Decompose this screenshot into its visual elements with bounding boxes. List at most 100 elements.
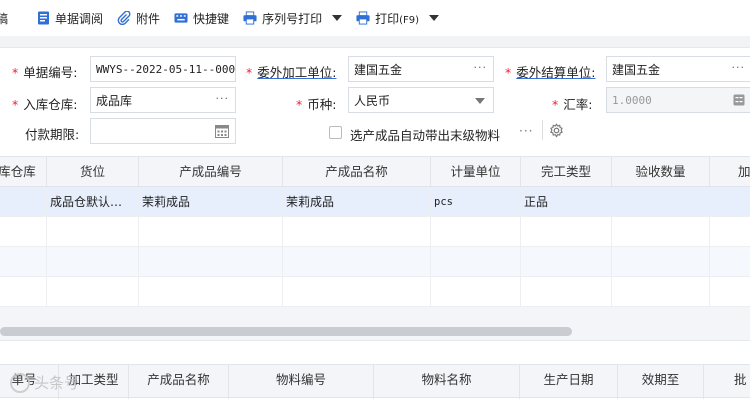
table-row[interactable] (0, 217, 750, 247)
serial-print-label: 序列号打印 (262, 11, 323, 26)
pay-term-label: 付款期限: (25, 127, 80, 142)
col-header[interactable]: 批 (704, 365, 750, 399)
section-separator (0, 340, 750, 364)
lookup-dots-icon[interactable]: ··· (474, 61, 488, 74)
table-row[interactable] (0, 247, 750, 277)
cell[interactable] (612, 187, 710, 217)
keyboard-icon (174, 11, 188, 25)
calendar-icon[interactable] (215, 124, 229, 141)
table-row[interactable] (0, 277, 750, 307)
cell[interactable] (612, 217, 710, 247)
gear-icon[interactable] (549, 123, 564, 141)
lookup-dots-icon[interactable]: ··· (732, 61, 746, 74)
currency-select[interactable]: 人民币 (348, 87, 494, 113)
cell[interactable] (139, 277, 283, 307)
cell[interactable] (47, 217, 139, 247)
document-icon (36, 11, 50, 25)
cell[interactable] (612, 247, 710, 277)
cell[interactable] (521, 217, 612, 247)
col-header[interactable]: 验收数量 (612, 157, 710, 187)
auto-material-checkbox[interactable] (329, 126, 342, 139)
doc-no-field[interactable]: WWYS--2022-05-11--00001 (90, 56, 236, 82)
cell[interactable] (710, 187, 750, 217)
cell[interactable]: 茉莉成品 (283, 187, 431, 217)
print-button[interactable]: 打印(F9) (356, 0, 419, 36)
cell[interactable] (612, 277, 710, 307)
serial-print-button[interactable]: 序列号打印 (243, 0, 322, 36)
cell[interactable] (283, 217, 431, 247)
lookup-dots-icon[interactable]: ··· (216, 92, 230, 105)
cell[interactable]: 正品 (521, 187, 612, 217)
watermark-text: 头条号 (34, 374, 80, 392)
print-dropdown-icon[interactable] (429, 15, 440, 21)
rate-field[interactable]: 1.0000 (606, 87, 750, 113)
print-shortcut: (F9) (399, 14, 420, 26)
settle-unit-label: * 委外结算单位: (505, 65, 596, 80)
cell[interactable] (283, 277, 431, 307)
cell[interactable] (47, 277, 139, 307)
doc-no-label: * 单据编号: (12, 65, 78, 80)
col-header[interactable]: 库仓库 (0, 157, 47, 187)
serial-print-dropdown-icon[interactable] (332, 15, 343, 21)
outsource-unit-label-text[interactable]: 委外加工单位: (257, 65, 336, 80)
cell[interactable] (0, 187, 47, 217)
chevron-down-icon (475, 98, 485, 104)
warehouse-label: * 入库仓库: (12, 97, 78, 112)
cell[interactable] (139, 217, 283, 247)
watermark: 头条号 (10, 372, 79, 393)
col-header[interactable]: 计量单位 (431, 157, 521, 187)
cell[interactable] (139, 247, 283, 277)
watermark-logo (10, 372, 30, 393)
paperclip-icon (117, 11, 131, 25)
cell[interactable]: 成品仓默认… (47, 187, 139, 217)
settle-unit-label-text[interactable]: 委外结算单位: (516, 65, 595, 80)
outsource-unit-value: 建国五金 (354, 62, 403, 77)
attachment-button[interactable]: 附件 (117, 0, 160, 36)
col-header[interactable]: 物料名称 (374, 365, 520, 399)
cell[interactable] (431, 217, 521, 247)
shortcut-button[interactable]: 快捷键 (174, 0, 229, 36)
calculator-icon[interactable] (733, 94, 745, 109)
divider (542, 120, 543, 140)
material-grid: 单号 加工类型 产成品名称 物料编号 物料名称 生产日期 效期至 批 (0, 364, 750, 400)
cell[interactable] (521, 277, 612, 307)
col-header[interactable]: 完工类型 (521, 157, 612, 187)
cell[interactable] (521, 247, 612, 277)
col-header[interactable]: 货位 (47, 157, 139, 187)
doc-lookup-button[interactable]: 单据调阅 (36, 0, 103, 36)
col-header[interactable]: 物料编号 (229, 365, 374, 399)
col-header[interactable]: 效期至 (618, 365, 704, 399)
cell[interactable]: pcs (431, 187, 521, 217)
col-header[interactable]: 生产日期 (520, 365, 618, 399)
rate-label: * 汇率: (552, 97, 593, 112)
cell[interactable] (431, 247, 521, 277)
col-header[interactable]: 加 (710, 157, 750, 187)
more-dots-icon[interactable]: ··· (519, 124, 533, 138)
warehouse-field[interactable]: 成品库 ··· (90, 87, 236, 113)
col-header[interactable]: 产成品名称 (283, 157, 431, 187)
header-form: * 单据编号: WWYS--2022-05-11--00001 * 委外加工单位: … (0, 48, 750, 156)
cell[interactable] (0, 217, 47, 247)
cell[interactable] (0, 277, 47, 307)
doc-no-label-text: 单据编号: (23, 65, 78, 80)
horizontal-scrollbar[interactable] (0, 327, 572, 336)
col-header[interactable]: 产成品名称 (129, 365, 229, 399)
outsource-unit-field[interactable]: 建国五金 ··· (348, 56, 494, 82)
detail-grid-header: 库仓库 货位 产成品编号 产成品名称 计量单位 完工类型 验收数量 加 (0, 157, 750, 187)
table-row[interactable]: 成品仓默认… 茉莉成品 茉莉成品 pcs 正品 (0, 187, 750, 217)
settle-unit-field[interactable]: 建国五金 ··· (606, 56, 750, 82)
col-header[interactable]: 产成品编号 (139, 157, 283, 187)
material-grid-header: 单号 加工类型 产成品名称 物料编号 物料名称 生产日期 效期至 批 (0, 364, 750, 399)
cell[interactable] (431, 277, 521, 307)
pay-term-field[interactable] (90, 118, 236, 144)
doc-lookup-label: 单据调阅 (55, 11, 104, 26)
cell[interactable]: 茉莉成品 (139, 187, 283, 217)
warehouse-label-text: 入库仓库: (23, 97, 78, 112)
cell[interactable] (47, 247, 139, 277)
auto-material-label: 选产成品自动带出末级物料 (350, 128, 501, 143)
outsource-unit-label: * 委外加工单位: (246, 65, 337, 80)
cell[interactable] (283, 247, 431, 277)
draft-button[interactable]: 稿 (0, 0, 8, 36)
cell[interactable] (0, 247, 47, 277)
currency-label: * 币种: (296, 97, 337, 112)
